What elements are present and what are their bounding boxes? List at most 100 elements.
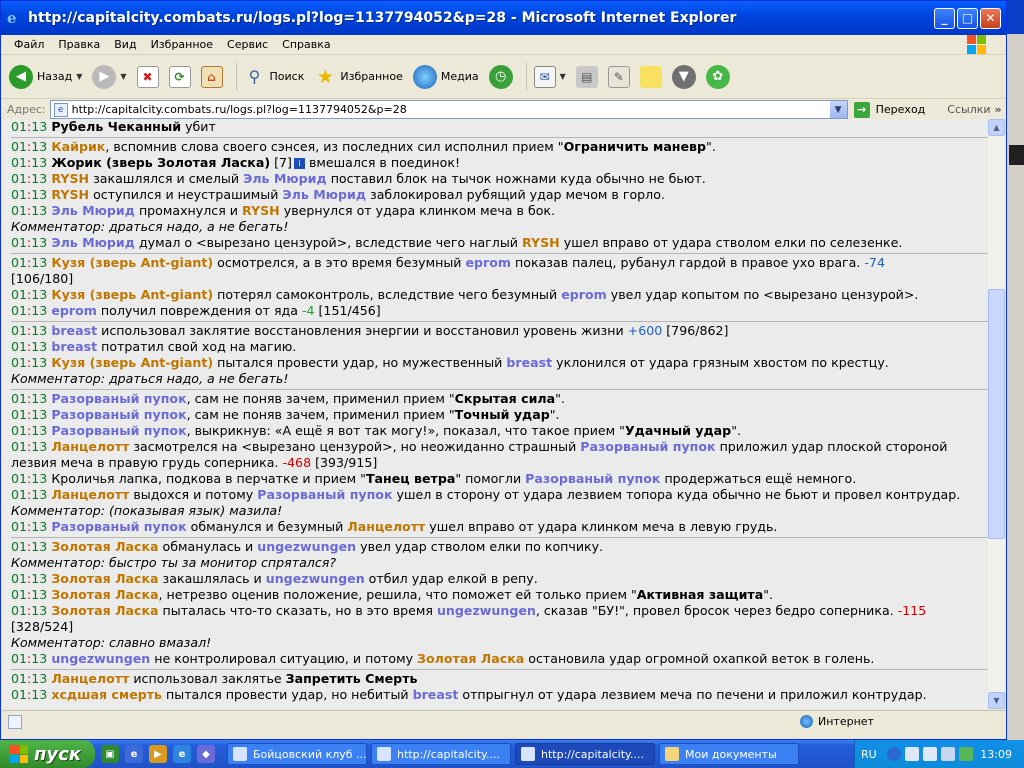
info-icon[interactable]: i <box>293 158 305 169</box>
chevron-down-icon[interactable]: ▼ <box>560 72 566 81</box>
clock[interactable]: 13:09 <box>980 748 1012 761</box>
chevron-down-icon[interactable]: ▼ <box>829 101 847 118</box>
player-name[interactable]: breast <box>413 687 459 702</box>
volume-icon[interactable] <box>940 747 955 761</box>
scroll-up-icon[interactable]: ▲ <box>988 119 1005 136</box>
menu-view[interactable]: Вид <box>107 38 143 51</box>
taskbar-item[interactable]: Бойцовский клуб ... <box>227 743 367 765</box>
player-name[interactable]: breast <box>506 355 552 370</box>
history-button[interactable]: ◷ <box>487 60 515 94</box>
go-button[interactable]: → Переход <box>853 101 925 118</box>
menu-file[interactable]: Файл <box>7 38 51 51</box>
forward-button[interactable]: ▶ ▼ <box>90 60 128 94</box>
log-line: 01:13 RYSH оступился и неустрашимый Эль … <box>11 187 665 202</box>
player-name[interactable]: breast <box>51 323 97 338</box>
quicklaunch-media-icon[interactable]: ▶ <box>149 745 167 763</box>
player-name[interactable]: breast <box>51 339 97 354</box>
player-name[interactable]: ungezwungen <box>51 651 150 666</box>
player-name[interactable]: Ланцелотт <box>51 671 129 686</box>
player-name[interactable]: Разорваный пупок <box>51 391 186 406</box>
player-name[interactable]: Ланцелотт <box>51 439 129 454</box>
print-button[interactable]: ▤ <box>574 60 600 94</box>
language-indicator[interactable]: RU <box>861 748 877 761</box>
round-divider <box>11 669 988 670</box>
tray-chevron-icon[interactable] <box>886 747 901 761</box>
scroll-down-icon[interactable]: ▼ <box>988 692 1005 709</box>
player-name[interactable]: Эль Мюрид <box>51 235 135 250</box>
player-name[interactable]: Золотая Ласка <box>51 539 158 554</box>
quicklaunch-desktop-icon[interactable]: ▣ <box>101 745 119 763</box>
player-name[interactable]: Разорваный пупок <box>51 519 186 534</box>
minimize-button[interactable]: _ <box>934 7 955 29</box>
notes-button[interactable] <box>638 60 664 94</box>
search-button[interactable]: ⚲ Поиск <box>242 60 307 94</box>
edit-button[interactable]: ✎ <box>606 60 632 94</box>
title-bar[interactable]: e http://capitalcity.combats.ru/logs.pl?… <box>1 1 1006 35</box>
refresh-button[interactable]: ⟳ <box>167 60 193 94</box>
quicklaunch-ie-icon[interactable]: e <box>125 745 143 763</box>
player-name[interactable]: RYSH <box>522 235 560 250</box>
player-name[interactable]: RYSH <box>51 171 89 186</box>
player-name[interactable]: Разорваный пупок <box>525 471 660 486</box>
media-button[interactable]: Медиа <box>411 60 481 94</box>
menu-edit[interactable]: Правка <box>51 38 107 51</box>
player-name[interactable]: Золотая Ласка <box>51 571 158 586</box>
maximize-button[interactable]: □ <box>957 7 978 29</box>
player-name[interactable]: Золотая Ласка <box>417 651 524 666</box>
icq-tray-icon[interactable] <box>958 747 973 761</box>
scroll-thumb[interactable] <box>988 289 1005 539</box>
links-button[interactable]: Ссылки» <box>947 103 1001 116</box>
close-button[interactable]: ✕ <box>980 7 1001 29</box>
player-name[interactable]: Кузя (зверь Ant-giant) <box>51 355 213 370</box>
address-input[interactable]: e http://capitalcity.combats.ru/logs.pl?… <box>49 100 848 119</box>
player-name[interactable]: eprom <box>465 255 511 270</box>
home-button[interactable]: ⌂ <box>199 60 225 94</box>
player-name[interactable]: Эль Мюрид <box>243 171 327 186</box>
player-name[interactable]: Эль Мюрид <box>51 203 135 218</box>
player-name[interactable]: eprom <box>561 287 607 302</box>
chevron-down-icon[interactable]: ▼ <box>76 72 82 81</box>
player-name[interactable]: Ланцелотт <box>51 487 129 502</box>
favorites-button[interactable]: ★ Избранное <box>312 60 404 94</box>
player-name[interactable]: Разорваный пупок <box>580 439 715 454</box>
player-name[interactable]: хсдшая смерть <box>51 687 162 702</box>
player-name[interactable]: Кузя (зверь Ant-giant) <box>51 255 213 270</box>
start-button[interactable]: пуск <box>0 740 95 768</box>
player-name[interactable]: RYSH <box>51 187 89 202</box>
player-name[interactable]: eprom <box>51 303 97 318</box>
messenger-button[interactable]: ▼ <box>670 60 698 94</box>
icq-button[interactable]: ✿ <box>704 60 732 94</box>
mail-button[interactable]: ✉ ▼ <box>532 60 568 94</box>
player-name[interactable]: ungezwungen <box>257 539 356 554</box>
player-name[interactable]: Ланцелотт <box>347 519 425 534</box>
player-name[interactable]: RYSH <box>242 203 280 218</box>
history-icon: ◷ <box>488 64 513 89</box>
taskbar-item[interactable]: http://capitalcity.... <box>371 743 511 765</box>
quicklaunch-browser-icon[interactable]: e <box>173 745 191 763</box>
network-icon[interactable] <box>922 747 937 761</box>
menu-tools[interactable]: Сервис <box>220 38 275 51</box>
player-name[interactable]: Разорваный пупок <box>257 487 392 502</box>
stop-button[interactable]: ✖ <box>135 60 161 94</box>
battle-log: 01:13 Рубель Чеканный убит 01:13 Кайрик,… <box>3 119 988 709</box>
vertical-scrollbar[interactable]: ▲ ▼ <box>988 119 1005 709</box>
player-name[interactable]: Разорваный пупок <box>51 407 186 422</box>
player-name[interactable]: Золотая Ласка <box>51 587 158 602</box>
taskbar-item[interactable]: Мои документы <box>659 743 799 765</box>
address-url[interactable]: http://capitalcity.combats.ru/logs.pl?lo… <box>72 103 407 116</box>
player-name[interactable]: Золотая Ласка <box>51 603 158 618</box>
chevron-down-icon[interactable]: ▼ <box>120 72 126 81</box>
player-name[interactable]: Эль Мюрид <box>282 187 366 202</box>
menu-help[interactable]: Справка <box>275 38 337 51</box>
player-name[interactable]: Разорваный пупок <box>51 423 186 438</box>
menu-favorites[interactable]: Избранное <box>144 38 220 51</box>
taskbar-item-active[interactable]: http://capitalcity.... <box>515 743 655 765</box>
player-name[interactable]: ungezwungen <box>266 571 365 586</box>
network-icon[interactable] <box>904 747 919 761</box>
player-name[interactable]: Кайрик <box>51 139 105 154</box>
back-button[interactable]: ◀ Назад ▼ <box>7 60 84 94</box>
quicklaunch-app-icon[interactable]: ◆ <box>197 745 215 763</box>
favorites-label: Избранное <box>340 70 403 83</box>
player-name[interactable]: ungezwungen <box>437 603 536 618</box>
player-name[interactable]: Кузя (зверь Ant-giant) <box>51 287 213 302</box>
